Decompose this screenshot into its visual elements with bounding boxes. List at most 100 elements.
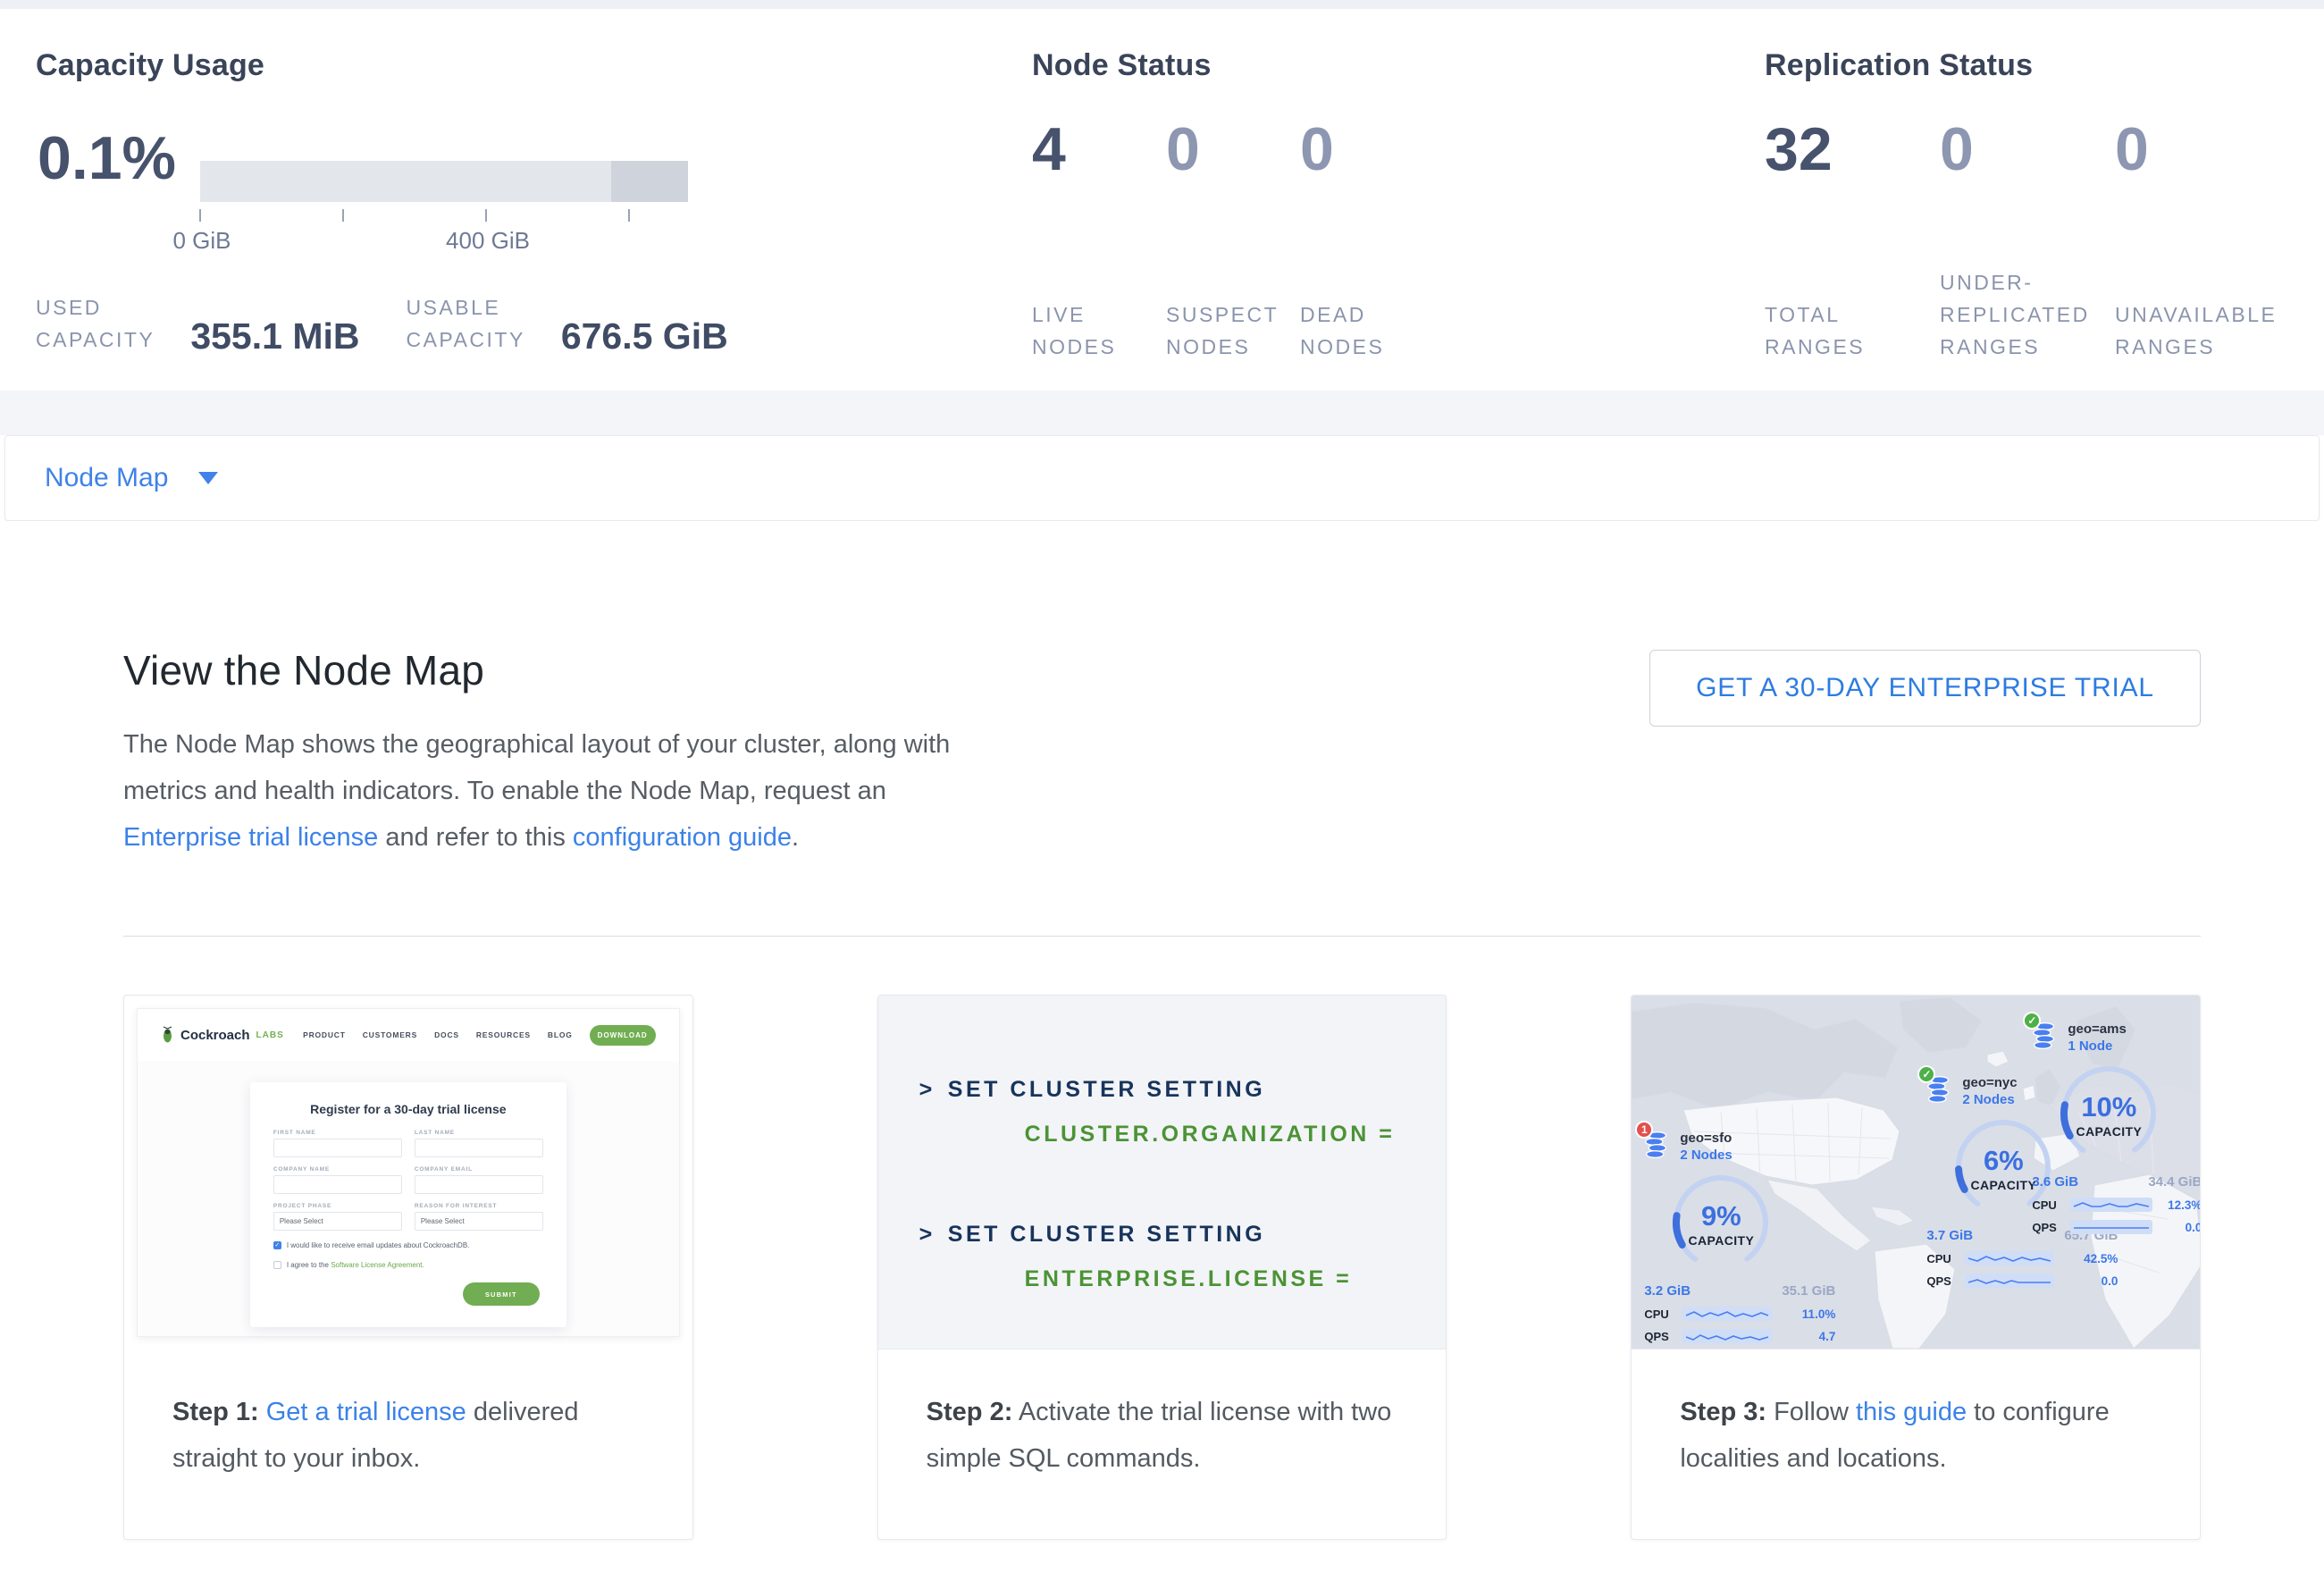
cockroach-bug-icon xyxy=(161,1026,174,1044)
field-label: COMPANY NAME xyxy=(273,1166,402,1173)
capacity-axis-tick xyxy=(342,209,344,222)
software-license-agreement-link: Software License Agreement. xyxy=(331,1261,424,1269)
configuration-guide-link[interactable]: configuration guide xyxy=(573,823,792,852)
step3-caption: Step 3: Follow this guide to configure l… xyxy=(1632,1349,2200,1482)
capacity-axis-label-0: 0 GiB xyxy=(172,227,231,255)
field-label: REASON FOR INTEREST xyxy=(415,1203,543,1209)
capacity-axis-tick xyxy=(199,209,201,222)
qps-value: 0.0 xyxy=(2102,1274,2118,1288)
node-count: 2 Nodes xyxy=(1962,1091,2017,1108)
node-status-title: Node Status xyxy=(1032,48,1212,83)
license-agreement-checkbox-row: I agree to the Software License Agreemen… xyxy=(273,1260,543,1270)
dashboard-selector-bar[interactable]: Node Map xyxy=(4,435,2320,521)
chevron-down-icon xyxy=(198,472,218,484)
select-placeholder: Please Select xyxy=(280,1217,323,1225)
capacity-label: CAPACITY xyxy=(1688,1233,1754,1248)
step-number: Step 2: xyxy=(927,1398,1013,1426)
sql-prompt: > xyxy=(919,1222,935,1247)
logo-text: Cockroach xyxy=(180,1028,250,1043)
qps-label: QPS xyxy=(1926,1274,1957,1288)
cpu-metric-row: CPU 12.3% xyxy=(2032,1198,2200,1212)
cpu-label: CPU xyxy=(1926,1252,1957,1265)
node-status-labels: LIVE NODES SUSPECT NODES DEAD NODES xyxy=(1032,261,1434,363)
live-nodes-label: LIVE NODES xyxy=(1032,298,1166,363)
cockroach-labs-logo: Cockroach LABS xyxy=(161,1026,284,1044)
cpu-sparkline xyxy=(2070,1198,2152,1212)
section-divider xyxy=(123,936,2201,937)
suspect-nodes-value: 0 xyxy=(1166,114,1300,184)
dead-nodes-value: 0 xyxy=(1300,114,1434,184)
node-status-values: 4 0 0 xyxy=(1032,114,1434,184)
node-icon-wrap: ✓ xyxy=(2032,1021,2059,1051)
capacity-range: 3.2 GiB 35.1 GiB xyxy=(1644,1283,1835,1299)
page-title: View the Node Map xyxy=(123,646,1008,694)
first-name-field: FIRST NAME xyxy=(273,1130,402,1157)
step-number: Step 3: xyxy=(1680,1398,1766,1426)
mini-nav-resources: RESOURCES xyxy=(476,1030,531,1039)
capacity-axis-label-400: 400 GiB xyxy=(446,227,530,255)
replication-status-title: Replication Status xyxy=(1765,48,2033,83)
text-input xyxy=(415,1175,543,1194)
capacity-axis-tick xyxy=(628,209,630,222)
cpu-metric-row: CPU 11.0% xyxy=(1644,1307,1835,1321)
mini-nav-docs: DOCS xyxy=(434,1030,459,1039)
checkbox-text: I agree to the Software License Agreemen… xyxy=(287,1260,424,1270)
logo-suffix: LABS xyxy=(256,1030,284,1040)
checkbox-unchecked-icon xyxy=(273,1261,281,1269)
company-name-field: COMPANY NAME xyxy=(273,1166,402,1194)
node-map-placeholder-section: View the Node Map The Node Map shows the… xyxy=(0,521,2324,1540)
select-input: Please Select xyxy=(415,1212,543,1231)
mini-site-body: Register for a 30-day trial license FIRS… xyxy=(138,1061,679,1336)
field-label: COMPANY EMAIL xyxy=(415,1166,543,1173)
capacity-bar-reserved-segment xyxy=(611,161,688,202)
qps-metric-row: QPS 0.0 xyxy=(2032,1220,2200,1234)
step1-screenshot: Cockroach LABS PRODUCT CUSTOMERS DOCS RE… xyxy=(124,996,692,1349)
text-input xyxy=(273,1175,402,1194)
node-locality-text: geo=nyc 2 Nodes xyxy=(1962,1074,2017,1108)
used-capacity-label: USED CAPACITY xyxy=(36,291,155,356)
step2-caption: Step 2: Activate the trial license with … xyxy=(878,1349,1447,1482)
cockroach-site-thumbnail: Cockroach LABS PRODUCT CUSTOMERS DOCS RE… xyxy=(137,1008,680,1337)
enterprise-description: The Node Map shows the geographical layo… xyxy=(123,721,1008,861)
capacity-gauge: 10% CAPACITY xyxy=(2055,1060,2162,1167)
step1-card: Cockroach LABS PRODUCT CUSTOMERS DOCS RE… xyxy=(123,995,693,1540)
live-nodes-value: 4 xyxy=(1032,114,1166,184)
this-guide-link[interactable]: this guide xyxy=(1856,1398,1967,1426)
node-locality-header: ✓ geo=ams 1 Node xyxy=(2032,1021,2200,1055)
capacity-used: 3.6 GiB xyxy=(2032,1174,2078,1190)
enterprise-trial-license-link[interactable]: Enterprise trial license xyxy=(123,823,378,852)
registration-form-fields: FIRST NAME LAST NAME COMPANY NAME COMPAN… xyxy=(273,1130,543,1231)
get-trial-license-link[interactable]: Get a trial license xyxy=(266,1398,466,1426)
field-label: PROJECT PHASE xyxy=(273,1203,402,1209)
node-map-selector[interactable]: Node Map xyxy=(45,463,168,493)
map-node-ams: ✓ geo=ams 1 Node xyxy=(2032,1021,2200,1234)
caption-text: Follow xyxy=(1766,1398,1856,1426)
node-icon-wrap: 1 xyxy=(1644,1130,1671,1160)
qps-sparkline xyxy=(2070,1220,2152,1234)
submit-button-thumbnail: SUBMIT xyxy=(463,1282,540,1306)
enterprise-header: View the Node Map The Node Map shows the… xyxy=(123,646,2201,861)
get-enterprise-trial-button[interactable]: GET A 30-DAY ENTERPRISE TRIAL xyxy=(1649,650,2201,727)
last-name-field: LAST NAME xyxy=(415,1130,543,1157)
page-top-strip xyxy=(0,0,2324,9)
checkbox-checked-icon: ✓ xyxy=(273,1241,281,1249)
mini-site-links: PRODUCT CUSTOMERS DOCS RESOURCES BLOG DO… xyxy=(303,1025,656,1046)
node-icon-wrap: ✓ xyxy=(1926,1074,1953,1105)
step2-code-panel: >SET CLUSTER SETTINGCLUSTER.ORGANIZATION… xyxy=(878,996,1447,1349)
replication-status-values: 32 0 0 xyxy=(1765,114,2290,184)
field-label: LAST NAME xyxy=(415,1130,543,1136)
setup-steps-cards: Cockroach LABS PRODUCT CUSTOMERS DOCS RE… xyxy=(123,995,2201,1540)
sql-code-area: >SET CLUSTER SETTINGCLUSTER.ORGANIZATION… xyxy=(878,996,1447,1349)
sql-prompt: > xyxy=(919,1077,935,1102)
text-input xyxy=(415,1139,543,1157)
capacity-percent: 10% xyxy=(2081,1091,2136,1123)
cpu-metric-row: CPU 42.5% xyxy=(1926,1251,2118,1265)
step2-card: >SET CLUSTER SETTINGCLUSTER.ORGANIZATION… xyxy=(877,995,1447,1540)
description-text: and refer to this xyxy=(378,823,573,852)
cluster-summary-panel: Capacity Usage 0.1% 0 GiB 400 GiB USED C… xyxy=(0,9,2324,391)
email-updates-checkbox-row: ✓ I would like to receive email updates … xyxy=(273,1240,543,1250)
cpu-sparkline xyxy=(1965,1251,2054,1265)
enterprise-intro: View the Node Map The Node Map shows the… xyxy=(123,646,1008,861)
mini-nav-blog: BLOG xyxy=(548,1030,573,1039)
capacity-label: CAPACITY xyxy=(1970,1178,2036,1192)
